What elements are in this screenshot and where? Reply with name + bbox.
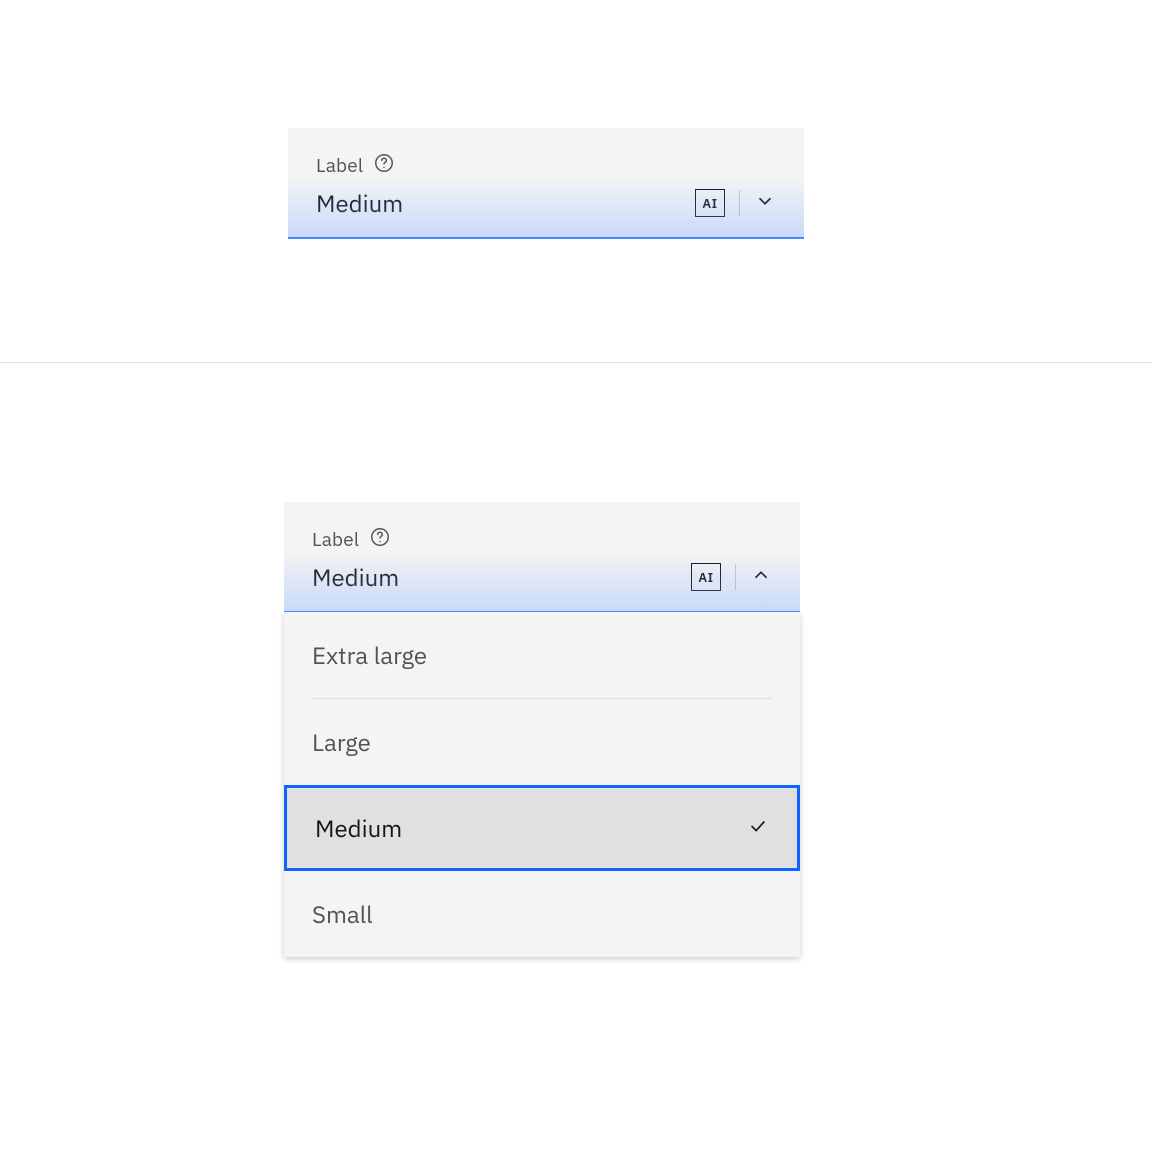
- dropdown-option-label: Extra large: [312, 639, 427, 671]
- chevron-up-icon[interactable]: [750, 564, 772, 591]
- dropdown-open-value-row: Medium AI: [312, 561, 772, 593]
- dropdown-closed-value: Medium: [316, 187, 403, 219]
- help-icon[interactable]: [373, 152, 395, 179]
- dropdown-option-label: Medium: [315, 812, 402, 844]
- dropdown-option-medium[interactable]: Medium: [284, 785, 800, 871]
- dropdown-option-label: Large: [312, 726, 371, 758]
- separator: [739, 190, 740, 216]
- dropdown-option-label: Small: [312, 898, 373, 930]
- dropdown-open-trailing: AI: [691, 563, 772, 591]
- dropdown-option-large[interactable]: Large: [284, 699, 800, 785]
- dropdown-open: Label Medium AI: [284, 502, 800, 957]
- check-icon: [747, 815, 769, 842]
- dropdown-closed-field[interactable]: Label Medium AI: [288, 128, 804, 239]
- dropdown-closed: Label Medium AI: [288, 128, 804, 239]
- dropdown-open-value: Medium: [312, 561, 399, 593]
- dropdown-closed-value-row: Medium AI: [316, 187, 776, 219]
- help-icon[interactable]: [369, 526, 391, 553]
- dropdown-closed-label: Label: [316, 154, 363, 178]
- dropdown-open-label-row: Label: [312, 526, 772, 553]
- dropdown-option-small[interactable]: Small: [284, 871, 800, 957]
- dropdown-open-field[interactable]: Label Medium AI: [284, 502, 800, 612]
- dropdown-option-extra-large[interactable]: Extra large: [284, 612, 800, 698]
- chevron-down-icon[interactable]: [754, 190, 776, 217]
- dropdown-closed-trailing: AI: [695, 189, 776, 217]
- dropdown-menu: Extra large Large Medium Small: [284, 612, 800, 957]
- ai-badge-icon: AI: [695, 189, 725, 217]
- separator: [735, 564, 736, 590]
- ai-badge-icon: AI: [691, 563, 721, 591]
- dropdown-open-label: Label: [312, 528, 359, 552]
- dropdown-closed-label-row: Label: [316, 152, 776, 179]
- section-divider: [0, 362, 1152, 363]
